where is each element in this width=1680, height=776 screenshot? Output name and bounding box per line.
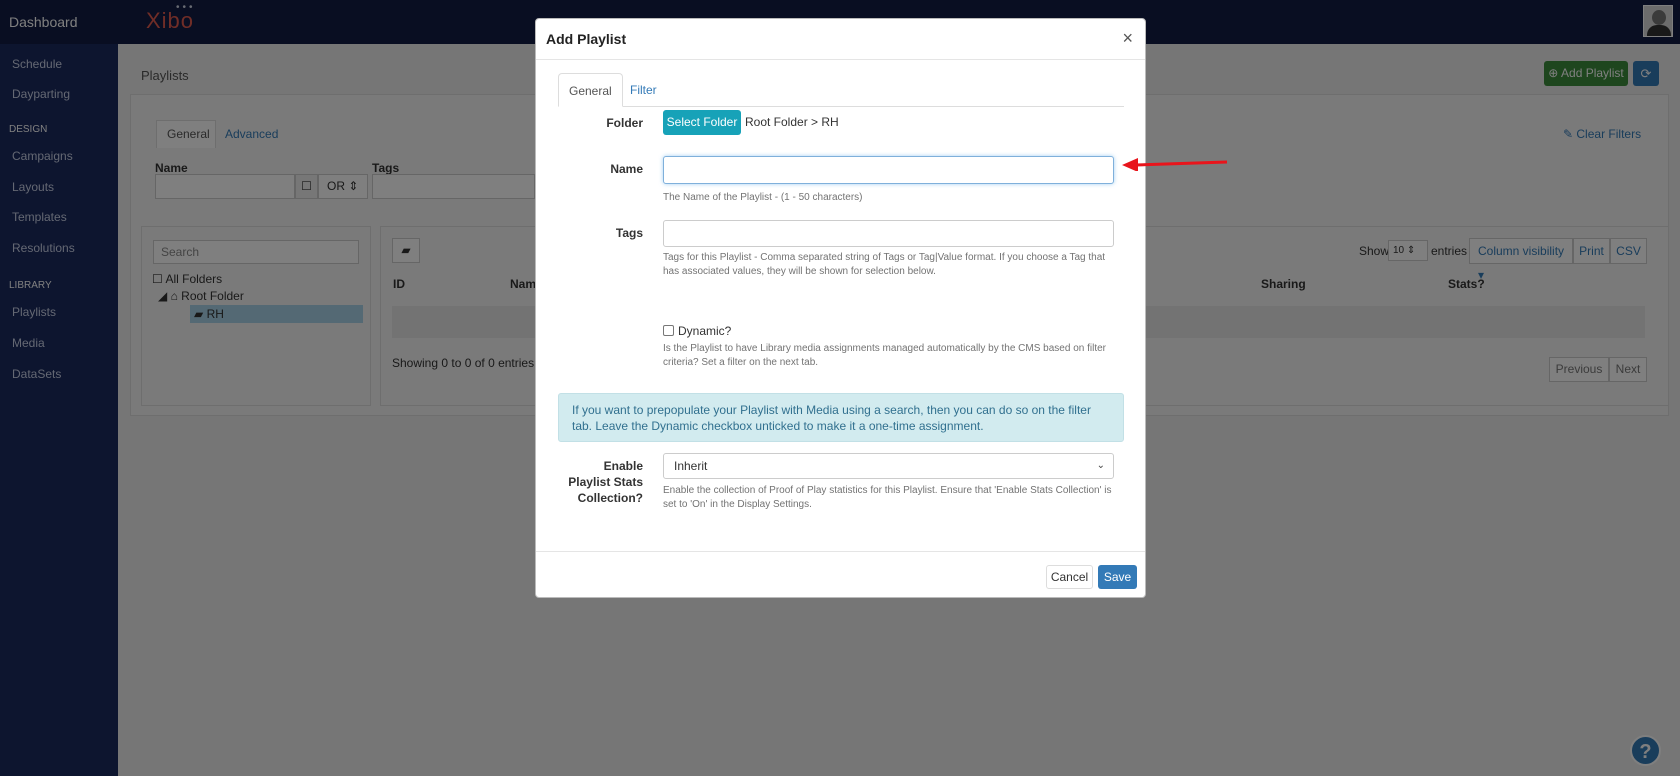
modal-footer-divider xyxy=(536,551,1145,552)
select-folder-button[interactable]: Select Folder xyxy=(663,110,741,135)
tags-help-text: Tags for this Playlist - Comma separated… xyxy=(663,252,1106,277)
modal-tabs: General Filter xyxy=(558,73,1124,107)
stats-label-line-3: Collection? xyxy=(577,491,643,505)
tags-label: Tags xyxy=(615,226,643,240)
stats-label: Enable Playlist Stats Collection? xyxy=(543,458,643,506)
tab-general[interactable]: General xyxy=(558,73,623,107)
stats-select-value: Inherit xyxy=(674,459,708,473)
name-input[interactable] xyxy=(663,156,1114,184)
stats-help-text: Enable the collection of Proof of Play s… xyxy=(663,485,1112,510)
dynamic-help-text: Is the Playlist to have Library media as… xyxy=(663,343,1106,368)
info-alert: If you want to prepopulate your Playlist… xyxy=(558,393,1124,442)
folder-path: Root Folder > RH xyxy=(745,115,839,129)
save-button[interactable]: Save xyxy=(1098,565,1137,589)
tab-filter[interactable]: Filter xyxy=(620,73,667,107)
dynamic-checkbox[interactable] xyxy=(663,325,674,336)
modal-header-divider xyxy=(536,59,1145,60)
stats-collection-select[interactable]: Inherit ⌄ xyxy=(663,453,1114,479)
close-icon[interactable]: × xyxy=(1122,28,1133,49)
chevron-down-icon: ⌄ xyxy=(1096,460,1105,471)
annotation-arrow-icon xyxy=(1122,158,1228,171)
cancel-button[interactable]: Cancel xyxy=(1046,565,1093,589)
folder-label: Folder xyxy=(606,116,643,130)
name-label: Name xyxy=(610,162,643,176)
stats-label-line-1: Enable xyxy=(603,459,643,473)
modal-title: Add Playlist xyxy=(546,31,627,47)
stats-label-line-2: Playlist Stats xyxy=(568,475,643,489)
tags-input[interactable] xyxy=(663,220,1114,247)
dynamic-label[interactable]: Dynamic? xyxy=(678,324,731,338)
name-help-text: The Name of the Playlist - (1 - 50 chara… xyxy=(663,192,863,203)
add-playlist-modal: Add Playlist × General Filter Folder Sel… xyxy=(535,18,1146,598)
